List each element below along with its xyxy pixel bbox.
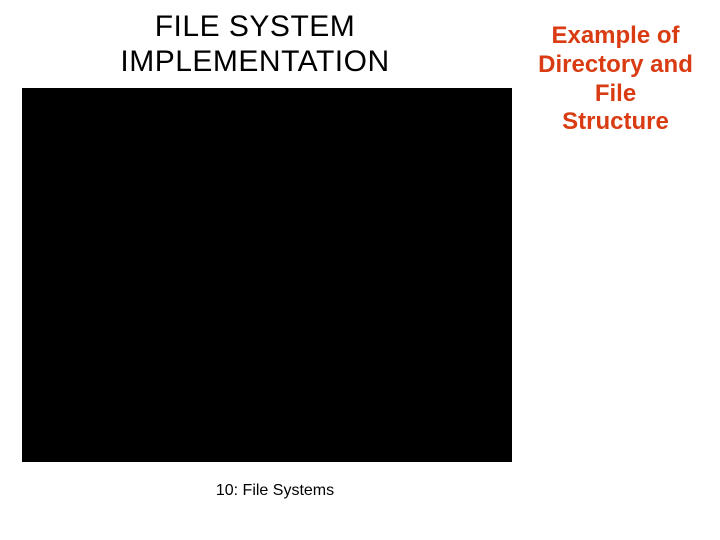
slide-title-left: FILE SYSTEM IMPLEMENTATION xyxy=(100,10,410,79)
slide: FILE SYSTEM IMPLEMENTATION Example of Di… xyxy=(0,0,720,540)
figure-placeholder xyxy=(22,88,512,462)
title-right-line-1: Example of xyxy=(523,22,708,51)
slide-title-right: Example of Directory and File Structure xyxy=(523,22,708,137)
slide-footer: 10: File Systems xyxy=(145,482,405,500)
title-right-line-4: Structure xyxy=(523,108,708,137)
title-right-line-2: Directory and xyxy=(523,51,708,80)
title-right-line-3: File xyxy=(523,80,708,109)
